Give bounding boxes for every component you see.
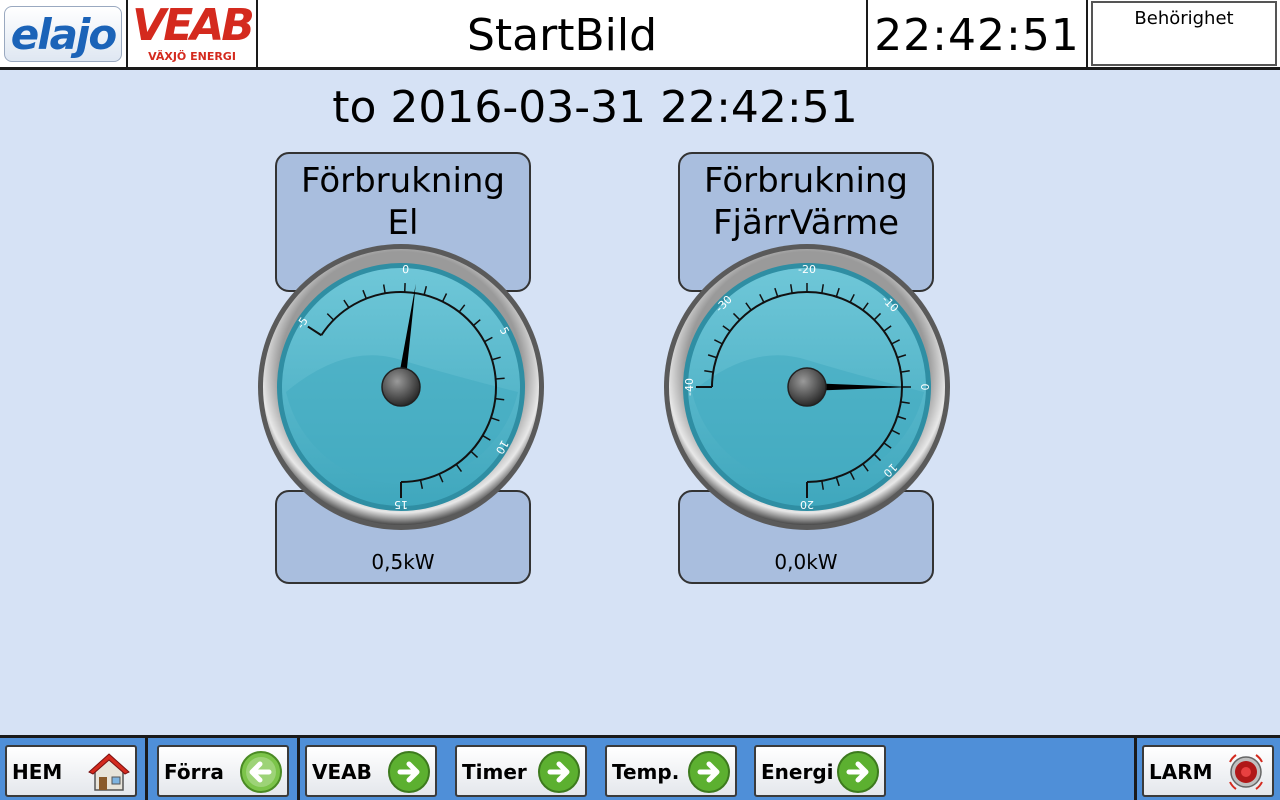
footer-separator (1134, 738, 1137, 800)
alarm-icon (1229, 754, 1263, 790)
home-icon (88, 753, 130, 791)
district-heating-gauge: -40-30-20-1001020 (664, 244, 950, 530)
authorization-button[interactable]: Behörighet (1091, 1, 1277, 66)
gauge-tick-label: -20 (798, 263, 816, 276)
temperature-button[interactable]: Temp. (605, 745, 737, 797)
veab-logo-text: VEAB (132, 0, 255, 51)
district-heating-value: 0,0kW (774, 550, 838, 574)
veab-button[interactable]: VEAB (305, 745, 437, 797)
temperature-button-label: Temp. (612, 760, 680, 784)
auth-cell: Behörighet (1088, 0, 1280, 68)
el-value: 0,5kW (371, 550, 435, 574)
home-button[interactable]: HEM (5, 745, 137, 797)
gauge-tick-label: 15 (394, 498, 408, 511)
arrow-right-icon (688, 751, 730, 793)
veab-logo: VEAB VÄXJÖ ENERGI (128, 0, 258, 68)
timer-button[interactable]: Timer (455, 745, 587, 797)
header-bar: elajo VEAB VÄXJÖ ENERGI StartBild 22:42:… (0, 0, 1280, 70)
gauge-tick-label: 0 (402, 263, 410, 276)
veab-logo-subtext: VÄXJÖ ENERGI (148, 50, 236, 63)
el-gauge: -5051015 (258, 244, 544, 530)
alarm-button[interactable]: LARM (1142, 745, 1274, 797)
previous-button-label: Förra (164, 760, 224, 784)
clock: 22:42:51 (874, 10, 1080, 61)
el-title-line2: El (387, 203, 419, 243)
footer-separator (145, 738, 148, 800)
arrow-left-icon (240, 751, 282, 793)
elajo-logo-text: elajo (10, 10, 117, 59)
elajo-logo: elajo (0, 0, 128, 68)
footer-nav-bar: HEM Förra VEAB Timer Temp. Energi LARM (0, 735, 1280, 800)
home-button-label: HEM (12, 760, 63, 784)
district-heating-title-line1: Förbrukning (703, 161, 909, 201)
page-title: StartBild (466, 10, 658, 61)
previous-button[interactable]: Förra (157, 745, 289, 797)
footer-separator (297, 738, 300, 800)
gauge-tick-label: 0 (918, 384, 931, 391)
date-time-display: to 2016-03-31 22:42:51 (332, 82, 858, 133)
arrow-right-icon (837, 751, 879, 793)
energy-button-label: Energi (761, 760, 834, 784)
veab-button-label: VEAB (312, 760, 372, 784)
district-heating-title-line2: FjärrVärme (712, 203, 900, 243)
arrow-right-icon (388, 751, 430, 793)
alarm-button-label: LARM (1149, 760, 1213, 784)
gauge-tick (495, 377, 505, 380)
energy-button[interactable]: Energi (754, 745, 886, 797)
title-cell: StartBild (258, 0, 868, 68)
gauge-tick-label: 20 (800, 498, 814, 511)
gauge-hub (787, 367, 827, 407)
gauge-tick-label: -40 (683, 378, 696, 396)
gauge-hub (381, 367, 421, 407)
timer-button-label: Timer (462, 760, 527, 784)
clock-cell: 22:42:51 (868, 0, 1088, 68)
el-title-line1: Förbrukning (300, 161, 506, 201)
arrow-right-icon (538, 751, 580, 793)
